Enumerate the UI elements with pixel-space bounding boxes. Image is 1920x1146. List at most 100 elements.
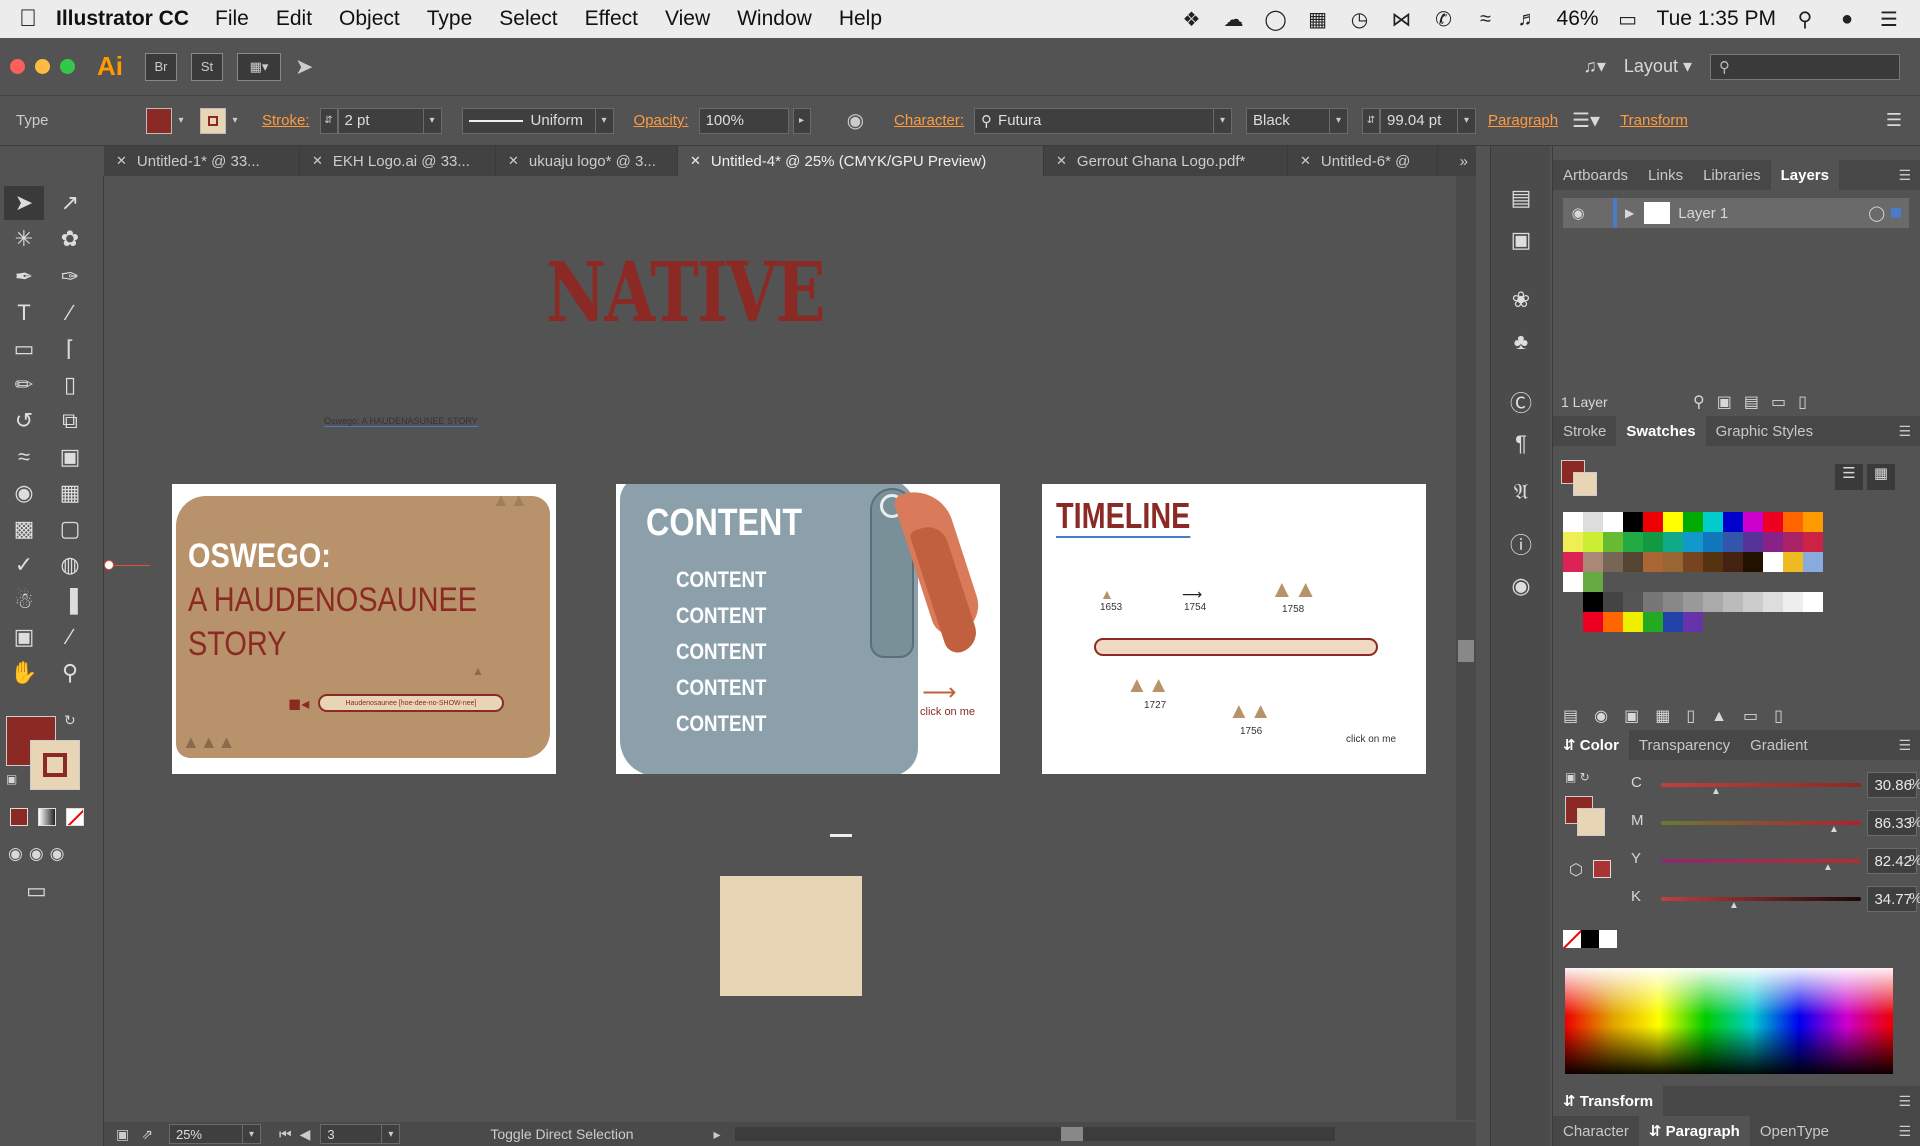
stroke-weight-field[interactable]: 2 pt — [337, 107, 424, 134]
control-panel-menu-icon[interactable]: ☰ — [1886, 110, 1902, 131]
eyedropper-tool-icon[interactable]: ✓ — [4, 548, 44, 582]
transform-label[interactable]: Transform — [1620, 112, 1688, 129]
gradient-mode-button[interactable] — [38, 808, 56, 826]
brushes-panel-icon[interactable]: ❀ — [1505, 284, 1537, 316]
chevron-down-icon[interactable]: ▾ — [382, 1124, 401, 1144]
paragraph-label[interactable]: Paragraph — [1488, 112, 1558, 129]
direct-selection-tool-icon[interactable]: ↗ — [50, 186, 90, 220]
tab-opentype[interactable]: OpenType — [1750, 1116, 1839, 1146]
zoom-window-button[interactable] — [60, 59, 75, 74]
character-styles-icon[interactable]: Ⓒ — [1505, 386, 1537, 418]
panel-menu-icon[interactable]: ☰ — [1898, 1093, 1920, 1110]
artboard-oswego[interactable]: ▲▲ ▲▲ OSWEGO: A HAUDENOSAUNEE STORY ◼◂ H… — [172, 484, 556, 774]
color-swatch[interactable] — [1803, 552, 1823, 572]
layer-name[interactable]: Layer 1 — [1678, 205, 1728, 222]
dropbox-icon[interactable]: ❖ — [1179, 7, 1205, 32]
notifications-bell-icon[interactable]: ♫▾ — [1583, 56, 1606, 77]
chevron-down-icon[interactable]: ▾ — [226, 108, 244, 134]
color-swatch[interactable] — [1743, 512, 1763, 532]
color-swatch[interactable] — [1623, 612, 1643, 632]
glyphs-panel-icon[interactable]: 𝔄 — [1505, 476, 1537, 508]
align-panel-icon[interactable]: ▤ — [1505, 182, 1537, 214]
menu-select[interactable]: Select — [499, 7, 557, 31]
year-1754[interactable]: 1754 — [1184, 602, 1206, 613]
oswego-heading-line3[interactable]: STORY — [188, 622, 287, 666]
appearance-panel-icon[interactable]: ◉ — [1505, 570, 1537, 602]
menu-type[interactable]: Type — [427, 7, 473, 31]
list-view-icon[interactable]: ☰ — [1835, 464, 1863, 490]
mesh-tool-icon[interactable]: ▩ — [4, 512, 44, 546]
black-color-button[interactable] — [1581, 930, 1599, 948]
panel-menu-icon[interactable]: ☰ — [1898, 167, 1920, 184]
color-swatch[interactable] — [1663, 512, 1683, 532]
siri-icon[interactable]: ● — [1834, 8, 1860, 31]
tab-gerrout-ghana-logo[interactable]: ✕ Gerrout Ghana Logo.pdf* — [1044, 146, 1288, 176]
artboard-content[interactable]: CONTENT CONTENT CONTENT CONTENT CONTENT … — [616, 484, 1000, 774]
tab-ukuaju-logo[interactable]: ✕ ukuaju logo* @ 3... — [496, 146, 678, 176]
pathfinder-panel-icon[interactable]: ▣ — [1505, 224, 1537, 256]
gpu-rocket-icon[interactable]: ➤ — [295, 54, 313, 80]
arrow-icon[interactable]: ⟶ — [922, 678, 956, 707]
color-swatch[interactable] — [1623, 532, 1643, 552]
phone-icon[interactable]: ✆ — [1431, 7, 1457, 32]
arrange-documents-button[interactable]: ▦▾ — [237, 52, 281, 81]
stroke-swatch-large[interactable] — [30, 740, 80, 790]
color-swatch[interactable] — [1763, 532, 1783, 552]
first-artboard-icon[interactable]: ⏮ — [279, 1126, 292, 1143]
artboard-number-field[interactable]: 3 — [320, 1124, 383, 1144]
color-swatch[interactable] — [1683, 592, 1703, 612]
tab-untitled-1[interactable]: ✕ Untitled-1* @ 33... — [104, 146, 300, 176]
color-swatch[interactable] — [1723, 512, 1743, 532]
document-info-icon[interactable]: ⓘ — [1505, 528, 1537, 560]
creative-cloud-icon[interactable]: ☁ — [1221, 7, 1247, 32]
panel-menu-icon[interactable]: ☰ — [1898, 423, 1920, 440]
native-title-text[interactable]: NATIVE — [546, 252, 826, 334]
color-swatch[interactable] — [1663, 612, 1683, 632]
zoom-tool-icon[interactable]: ⚲ — [50, 656, 90, 690]
color-swatch[interactable] — [1683, 512, 1703, 532]
tab-gradient[interactable]: Gradient — [1740, 730, 1818, 760]
edit-toggle-icon[interactable]: ▣ — [116, 1126, 129, 1143]
tab-transparency[interactable]: Transparency — [1629, 730, 1740, 760]
scrollbar-thumb[interactable] — [1458, 640, 1474, 662]
workspace-switcher[interactable]: Layout ▾ — [1624, 56, 1692, 77]
color-swatch[interactable] — [1683, 612, 1703, 632]
gradient-tool-icon[interactable]: ▢ — [50, 512, 90, 546]
pronunciation-pill[interactable]: Haudenosaunee [hoe-dee-no-SHOW-nee] — [318, 694, 504, 712]
shape-builder-tool-icon[interactable]: ◉ — [4, 476, 44, 510]
color-swatch[interactable] — [1703, 532, 1723, 552]
oswego-heading-line2[interactable]: A HAUDENOSAUNEE — [188, 578, 477, 622]
screen-mode-icon[interactable]: ▭ — [26, 878, 47, 904]
color-swatch[interactable] — [1723, 532, 1743, 552]
minimize-window-button[interactable] — [35, 59, 50, 74]
year-1727[interactable]: 1727 — [1144, 700, 1166, 711]
blend-tool-icon[interactable]: ◍ — [50, 548, 90, 582]
chevron-down-icon[interactable]: ▾ — [172, 108, 190, 134]
color-swatch[interactable] — [1783, 532, 1803, 552]
color-swatch[interactable] — [1643, 512, 1663, 532]
color-swatch[interactable] — [1703, 592, 1723, 612]
color-swatch[interactable] — [1703, 512, 1723, 532]
black-slider[interactable] — [1661, 897, 1861, 901]
timeline-bar[interactable] — [1094, 638, 1378, 656]
notification-list-icon[interactable]: ☰ — [1876, 7, 1902, 32]
none-mode-button[interactable] — [66, 808, 84, 826]
none-color-button[interactable] — [1563, 930, 1581, 948]
tab-paragraph[interactable]: ⇵ Paragraph — [1638, 1116, 1750, 1146]
color-swatch[interactable] — [1723, 552, 1743, 572]
layer-row[interactable]: ◉ ▶ Layer 1 ◯ — [1563, 198, 1909, 228]
tab-untitled-4[interactable]: ✕ Untitled-4* @ 25% (CMYK/GPU Preview) — [678, 146, 1044, 176]
color-swatch[interactable] — [1743, 532, 1763, 552]
variable-width-profile[interactable]: Uniform — [461, 107, 596, 134]
color-swatch[interactable] — [1663, 592, 1683, 612]
color-swatch[interactable] — [1563, 532, 1583, 552]
scrollbar-thumb[interactable] — [1060, 1127, 1083, 1141]
color-swatch[interactable] — [1603, 612, 1623, 632]
chevron-right-icon[interactable]: ▸ — [792, 107, 811, 134]
close-icon[interactable]: ✕ — [1300, 153, 1311, 169]
oswego-small-text[interactable]: Oswego: A HAUDENASUNEE STORY — [324, 416, 478, 427]
curvature-tool-icon[interactable]: ✑ — [50, 260, 90, 294]
color-swatch[interactable] — [1583, 552, 1603, 572]
color-swatch[interactable] — [1763, 592, 1783, 612]
color-swatch[interactable] — [1723, 592, 1743, 612]
